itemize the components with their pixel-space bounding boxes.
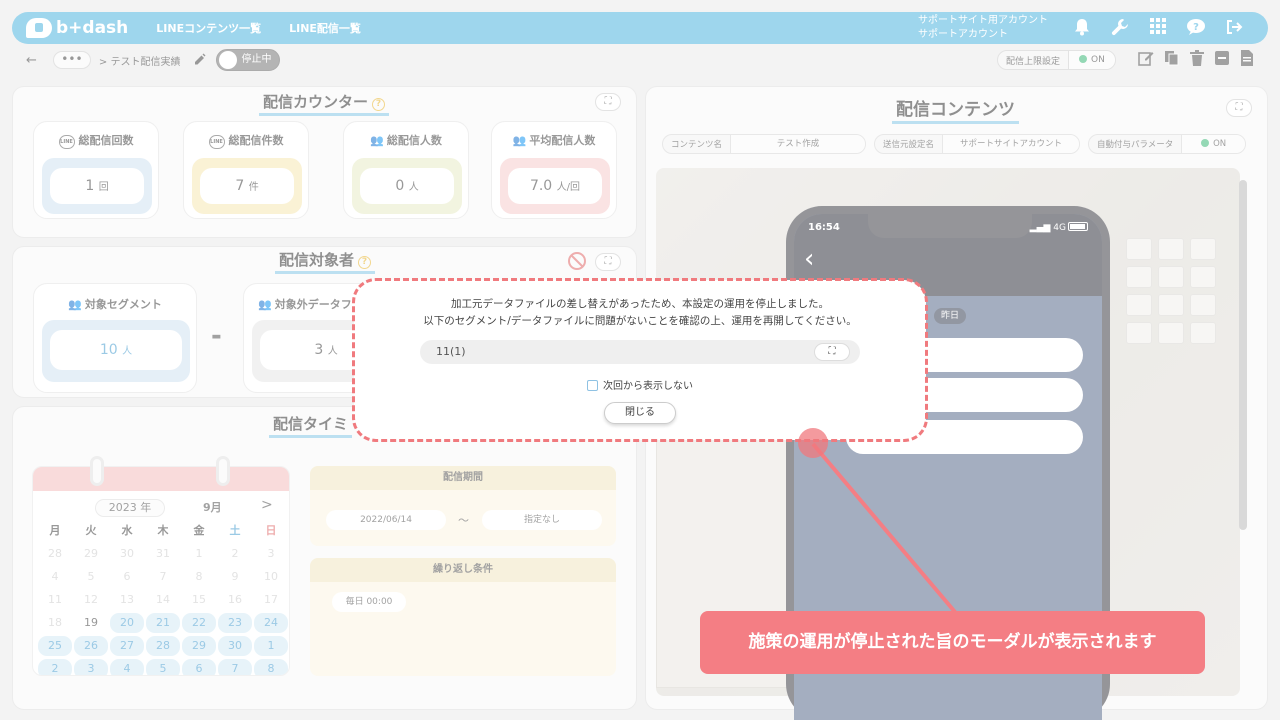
callout-pointer-dot: [798, 428, 828, 458]
callout-annotation: 施策の運用が停止された旨のモーダルが表示されます: [700, 611, 1205, 674]
modal-highlight-border: [352, 278, 928, 442]
